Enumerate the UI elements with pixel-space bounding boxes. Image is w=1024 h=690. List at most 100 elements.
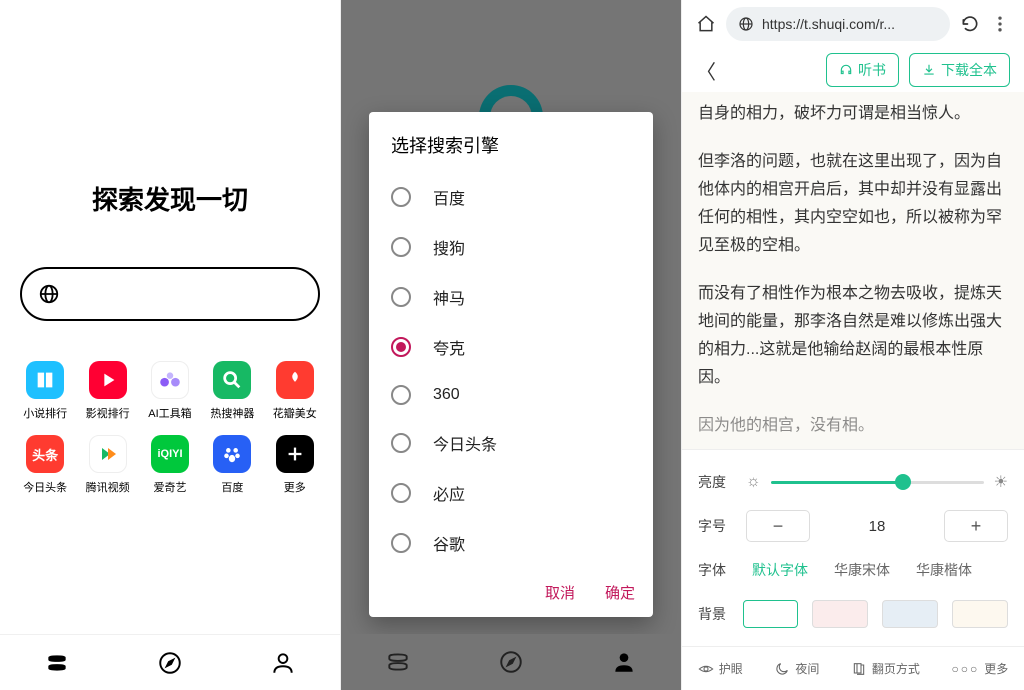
fontsize-increase-button[interactable]: + — [944, 510, 1008, 542]
fontsize-label: 字号 — [698, 516, 732, 536]
dialog-title: 选择搜索引擎 — [369, 132, 653, 172]
nav-compass-icon[interactable] — [498, 649, 524, 675]
radio-icon — [391, 337, 411, 357]
radio-option[interactable]: 360 — [369, 372, 653, 418]
radio-option[interactable]: 百度 — [369, 172, 653, 222]
radio-icon — [391, 483, 411, 503]
toutiao-icon: 头条 — [26, 435, 64, 473]
app-label: 爱奇艺 — [153, 479, 186, 495]
bottom-nav — [0, 634, 340, 690]
bg-swatch-blue[interactable] — [882, 600, 938, 628]
fontsize-decrease-button[interactable]: − — [746, 510, 810, 542]
paragraph: 因为他的相宫，没有相。 — [698, 412, 1008, 440]
reader-content[interactable]: 自身的相力，破坏力可谓是相当惊人。 但李洛的问题，也就在这里出现了，因为自他体内… — [682, 92, 1024, 449]
cancel-button[interactable]: 取消 — [545, 582, 575, 603]
play-icon — [89, 361, 127, 399]
radio-label: 必应 — [433, 481, 465, 505]
flip-button[interactable]: 翻页方式 — [851, 660, 920, 677]
radio-icon — [391, 287, 411, 307]
radio-label: 搜狗 — [433, 235, 465, 259]
radio-icon — [391, 187, 411, 207]
back-icon[interactable]: 〈 — [696, 56, 716, 85]
app-label: 百度 — [221, 479, 243, 495]
app-item[interactable]: AI工具箱 — [143, 361, 197, 421]
radio-icon — [391, 385, 411, 405]
search-bar[interactable] — [20, 267, 320, 321]
radio-option[interactable]: 谷歌 — [369, 518, 653, 568]
radio-label: 百度 — [433, 185, 465, 209]
petal-icon — [276, 361, 314, 399]
headphone-icon — [839, 63, 853, 77]
url-bar[interactable]: https://t.shuqi.com/r... — [726, 7, 950, 41]
baidu-icon — [213, 435, 251, 473]
globe-icon — [738, 16, 754, 32]
globe-icon — [38, 283, 60, 305]
radio-icon — [391, 237, 411, 257]
font-option-song[interactable]: 华康宋体 — [828, 556, 896, 584]
listen-button[interactable]: 听书 — [826, 53, 899, 87]
app-item[interactable]: 热搜神器 — [205, 361, 259, 421]
app-item[interactable]: 影视排行 — [80, 361, 134, 421]
font-option-kai[interactable]: 华康楷体 — [910, 556, 978, 584]
app-item[interactable]: 小说排行 — [18, 361, 72, 421]
nav-home-icon[interactable] — [44, 650, 70, 676]
nav-home-icon[interactable] — [385, 649, 411, 675]
download-button[interactable]: 下载全本 — [909, 53, 1010, 87]
explore-title: 探索发现一切 — [92, 180, 248, 217]
home-icon[interactable] — [696, 14, 716, 34]
app-item[interactable]: 腾讯视频 — [80, 435, 134, 495]
iqiyi-icon: iQIYI — [151, 435, 189, 473]
eyecare-button[interactable]: 护眼 — [698, 660, 743, 677]
night-button[interactable]: 夜间 — [774, 660, 819, 677]
radio-option[interactable]: 夸克 — [369, 322, 653, 372]
app-label: 小说排行 — [23, 405, 67, 421]
nav-person-icon[interactable] — [270, 650, 296, 676]
reader-settings: 亮度 ☼ ☀ 字号 − 18 + 字体 默认字体 华康宋体 华康楷体 背景 — [682, 449, 1024, 646]
brightness-label: 亮度 — [698, 472, 732, 492]
app-item[interactable]: 头条今日头条 — [18, 435, 72, 495]
radio-label: 夸克 — [433, 335, 465, 359]
app-label: 花瓣美女 — [273, 405, 317, 421]
refresh-icon[interactable] — [960, 14, 980, 34]
bg-swatch-white[interactable] — [743, 600, 799, 628]
eye-icon — [698, 661, 714, 677]
page-icon — [851, 661, 867, 677]
more-button[interactable]: ○○○ 更多 — [951, 660, 1008, 677]
radio-label: 谷歌 — [433, 531, 465, 555]
bg-swatch-beige[interactable] — [952, 600, 1008, 628]
app-label: 今日头条 — [23, 479, 67, 495]
confirm-button[interactable]: 确定 — [605, 582, 635, 603]
paragraph: 自身的相力，破坏力可谓是相当惊人。 — [698, 100, 1008, 128]
menu-icon[interactable] — [990, 14, 1010, 34]
app-item[interactable]: 百度 — [205, 435, 259, 495]
radio-option[interactable]: 今日头条 — [369, 418, 653, 468]
brightness-slider[interactable] — [771, 481, 984, 484]
fontsize-value: 18 — [824, 518, 930, 535]
app-label: AI工具箱 — [148, 405, 191, 421]
app-label: 更多 — [284, 479, 306, 495]
nav-person-icon[interactable] — [611, 649, 637, 675]
app-label: 影视排行 — [86, 405, 130, 421]
app-item[interactable]: 花瓣美女 — [268, 361, 322, 421]
radio-label: 今日头条 — [433, 431, 497, 455]
font-label: 字体 — [698, 560, 732, 580]
radio-label: 神马 — [433, 285, 465, 309]
nav-compass-icon[interactable] — [157, 650, 183, 676]
radio-icon — [391, 533, 411, 553]
radio-option[interactable]: 搜狗 — [369, 222, 653, 272]
radio-icon — [391, 433, 411, 453]
font-option-default[interactable]: 默认字体 — [746, 556, 814, 584]
app-item[interactable]: 更多 — [268, 435, 322, 495]
bg-swatch-pink[interactable] — [812, 600, 868, 628]
ai-icon — [151, 361, 189, 399]
radio-option[interactable]: 必应 — [369, 468, 653, 518]
app-item[interactable]: iQIYI 爱奇艺 — [143, 435, 197, 495]
radio-option[interactable]: 神马 — [369, 272, 653, 322]
search-icon — [213, 361, 251, 399]
sun-low-icon: ☼ — [746, 473, 761, 491]
radio-label: 360 — [433, 386, 460, 404]
app-label: 腾讯视频 — [86, 479, 130, 495]
search-engine-dialog: 选择搜索引擎 百度搜狗神马夸克 360 今日头条必应谷歌 取消 确定 — [369, 112, 653, 617]
download-icon — [922, 63, 936, 77]
moon-icon — [774, 661, 790, 677]
